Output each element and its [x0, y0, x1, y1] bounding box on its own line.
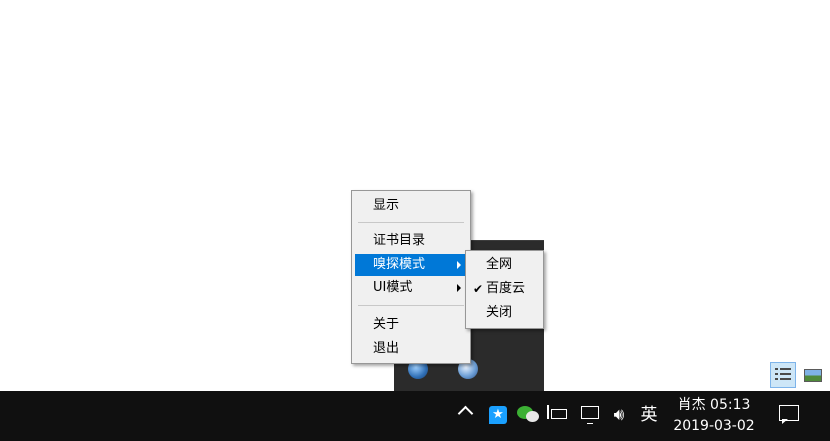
- submenu-item-baidu-cloud[interactable]: ✔ 百度云: [469, 278, 540, 300]
- menu-item-label: 显示: [373, 198, 400, 213]
- submenu-item-label: 全网: [486, 257, 513, 272]
- network-icon[interactable]: [581, 406, 599, 424]
- menu-item-ui-mode[interactable]: UI模式: [355, 277, 467, 299]
- menu-separator: [358, 222, 464, 223]
- menu-item-label: 关于: [373, 317, 400, 332]
- qq-icon[interactable]: ★: [489, 406, 507, 424]
- thumbnail-view-button[interactable]: [800, 362, 826, 388]
- menu-item-sniff-mode[interactable]: 嗅探模式: [355, 254, 467, 276]
- sniff-mode-submenu: 全网 ✔ 百度云 关闭: [465, 250, 544, 329]
- checkmark-icon: ✔: [473, 282, 484, 296]
- input-method-indicator[interactable]: 英: [638, 404, 660, 426]
- volume-icon[interactable]: 🔊︎: [607, 405, 631, 425]
- submenu-item-label: 关闭: [486, 305, 513, 320]
- taskbar: ★ 🔊︎ 英 肖杰 05:13 2019-03-02: [0, 391, 830, 441]
- submenu-arrow-icon: [457, 284, 461, 292]
- clock-date: 2019-03-02: [673, 418, 755, 434]
- tray-context-menu: 显示 证书目录 嗅探模式 UI模式 关于 退出: [351, 190, 471, 364]
- thumbnail-view-icon: [804, 369, 822, 382]
- menu-item-certificate-dir[interactable]: 证书目录: [355, 230, 467, 252]
- menu-separator: [358, 305, 464, 306]
- list-view-icon: [775, 368, 791, 383]
- battery-icon[interactable]: [547, 405, 567, 419]
- list-view-button[interactable]: [770, 362, 796, 388]
- menu-item-label: 退出: [373, 341, 400, 356]
- menu-item-label: 嗅探模式: [373, 257, 426, 272]
- submenu-item-label: 百度云: [486, 281, 526, 296]
- menu-item-show[interactable]: 显示: [355, 195, 467, 217]
- menu-item-about[interactable]: 关于: [355, 314, 467, 336]
- show-hidden-icons-chevron-icon[interactable]: [457, 405, 474, 422]
- clock[interactable]: 肖杰 05:13 2019-03-02: [668, 395, 760, 437]
- menu-item-label: 证书目录: [373, 233, 426, 248]
- submenu-item-all-network[interactable]: 全网: [469, 254, 540, 276]
- menu-item-exit[interactable]: 退出: [355, 338, 467, 360]
- wechat-icon-bubble: [526, 411, 539, 422]
- submenu-arrow-icon: [457, 261, 461, 269]
- clock-time: 肖杰 05:13: [677, 397, 751, 413]
- submenu-item-close[interactable]: 关闭: [469, 302, 540, 324]
- menu-item-label: UI模式: [373, 280, 413, 295]
- notification-icon[interactable]: [779, 405, 799, 424]
